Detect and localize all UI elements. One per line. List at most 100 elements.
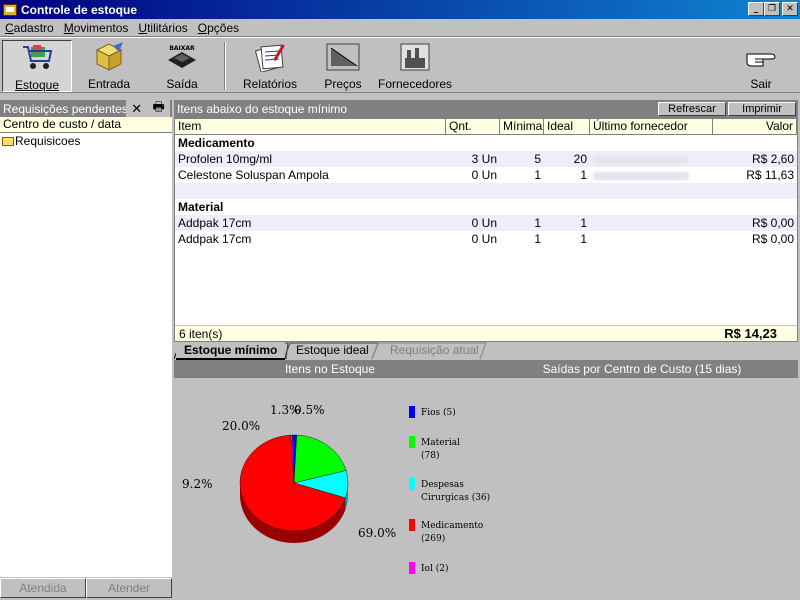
legend-label: Medicamento — [421, 521, 483, 531]
redacted-text — [593, 171, 689, 180]
menu-cadastro[interactable]: Cadastro — [0, 21, 59, 35]
redacted-text — [593, 155, 689, 164]
tab-strip: Estoque mínimo Estoque ideal Requisição … — [174, 342, 798, 360]
pie-percent-label: 20.0% — [222, 419, 260, 433]
legend-swatch — [409, 519, 415, 531]
group-row-medicamento: Medicamento — [175, 135, 797, 151]
cell-valor: R$ 2,60 — [751, 152, 794, 166]
chart-header-stock: Itens no Estoque — [284, 362, 376, 376]
cell-minima: 1 — [534, 232, 541, 246]
minimize-button[interactable]: _ — [748, 2, 764, 16]
restore-button[interactable]: ❐ — [764, 2, 780, 16]
legend-label: Despesas — [421, 480, 464, 490]
relatorios-button[interactable]: Relatórios — [232, 40, 308, 92]
request-actions: Atendida Atender — [0, 578, 172, 598]
reports-icon — [254, 44, 285, 73]
col-qnt[interactable]: Qnt. — [446, 119, 500, 134]
tab-estoque-minimo[interactable]: Estoque mínimo — [176, 342, 286, 360]
legend-label: Iol (2) — [421, 563, 448, 574]
menu-utilitarios[interactable]: Utilitários — [133, 21, 192, 35]
empty-row — [175, 183, 797, 199]
pending-requests-title: Requisições pendentes — [3, 101, 128, 116]
cell-ideal: 1 — [580, 216, 587, 230]
item-count: 6 iten(s) — [179, 327, 223, 341]
delete-icon[interactable]: ✕ — [131, 101, 142, 117]
close-button[interactable]: ✕ — [782, 2, 798, 16]
pie-percent-label: 0.5% — [294, 403, 325, 417]
tab-requisicao-atual[interactable]: Requisição atual — [382, 342, 487, 360]
pending-requests-header: Requisições pendentes ✕ 🖶 — [0, 98, 172, 120]
col-ideal[interactable]: Ideal — [544, 119, 590, 134]
cell-fornecedor — [590, 231, 713, 247]
entrada-button[interactable]: Entrada — [74, 40, 144, 92]
menu-utilitarios-accel: U — [138, 20, 148, 35]
col-minima[interactable]: Mínima — [500, 119, 544, 134]
window-title: Controle de estoque — [21, 2, 138, 17]
fornecedores-button[interactable]: Fornecedores — [378, 40, 452, 92]
cell-qnt: 0 Un — [471, 232, 497, 246]
table-row[interactable]: Profolen 10mg/ml 3 Un 5 20 R$ 2,60 — [175, 151, 797, 167]
print-button[interactable]: Imprimir — [728, 102, 796, 116]
cell-qnt: 3 Un — [471, 152, 497, 166]
menu-opcoes-label: pções — [207, 20, 240, 35]
toolbar: Estoque Entrada BAIXAR Saída Relatórios — [0, 37, 800, 93]
tab-estoque-ideal[interactable]: Estoque ideal — [288, 342, 377, 360]
saida-button[interactable]: BAIXAR Saída — [146, 40, 218, 92]
legend-label: Fios (5) — [421, 407, 456, 418]
tree-item-requisicoes[interactable]: Requisicoes — [0, 133, 172, 149]
grid-footer: 6 iten(s) R$ 14,23 — [175, 325, 797, 341]
relatorios-label: Relatórios — [242, 77, 298, 91]
cell-ideal: 1 — [580, 168, 587, 182]
tree-item-label: Requisicoes — [15, 134, 81, 148]
table-row[interactable]: Celestone Soluspan Ampola 0 Un 1 1 R$ 11… — [175, 167, 797, 183]
pie-percent-label: 9.2% — [182, 477, 213, 491]
price-chart-icon — [326, 43, 360, 71]
atendida-button[interactable]: Atendida — [0, 578, 86, 598]
cell-fornecedor — [590, 215, 713, 231]
menu-bar: Cadastro Movimentos Utilitários Opções — [0, 19, 800, 37]
folder-icon — [2, 136, 14, 146]
chart-area: 1.3% 20.0% 9.2% 69.0% 0.5% Fios (5) Material (7… — [174, 378, 800, 600]
cell-ideal: 1 — [580, 232, 587, 246]
requests-tree[interactable]: Requisicoes — [0, 133, 172, 577]
cost-center-column-header[interactable]: Centro de custo / data — [0, 117, 172, 133]
factory-icon — [400, 43, 430, 71]
grid-column-headers: Item Qnt. Mínima Ideal Último fornecedor… — [175, 119, 797, 135]
col-ultimo-fornecedor[interactable]: Último fornecedor — [590, 119, 713, 134]
menu-cadastro-label: adastro — [13, 20, 54, 35]
sair-button[interactable]: Sair — [726, 40, 796, 92]
title-bar: Controle de estoque _ ❐ ✕ — [0, 0, 800, 19]
grid-total: R$ 14,23 — [724, 326, 777, 341]
cell-item: Addpak 17cm — [178, 232, 252, 246]
cell-minima: 1 — [534, 216, 541, 230]
col-item[interactable]: Item — [175, 119, 446, 134]
cell-minima: 1 — [534, 168, 541, 182]
legend-swatch — [409, 478, 415, 490]
below-minimum-header: Itens abaixo do estoque mínimo Refrescar… — [174, 100, 798, 118]
pie-percent-label: 69.0% — [358, 526, 396, 540]
lower-arrow-icon: BAIXAR — [168, 45, 196, 68]
legend-label: Cirurgicas (36) — [421, 492, 490, 503]
items-grid[interactable]: Item Qnt. Mínima Ideal Último fornecedor… — [174, 118, 798, 342]
menu-opcoes[interactable]: Opções — [193, 21, 244, 35]
below-minimum-title: Itens abaixo do estoque mínimo — [177, 102, 348, 116]
cell-valor: R$ 0,00 — [751, 216, 794, 230]
estoque-label: Estoque — [14, 78, 60, 92]
table-row[interactable]: Addpak 17cm 0 Un 1 1 R$ 0,00 — [175, 215, 797, 231]
atender-button[interactable]: Atender — [86, 578, 172, 598]
col-valor[interactable]: Valor — [713, 119, 797, 134]
menu-movimentos[interactable]: Movimentos — [59, 21, 134, 35]
printer-icon[interactable]: 🖶 — [153, 98, 165, 120]
window-controls: _ ❐ ✕ — [748, 2, 798, 16]
table-row[interactable]: Addpak 17cm 0 Un 1 1 R$ 0,00 — [175, 231, 797, 247]
legend-swatch — [409, 436, 415, 448]
fornecedores-label: Fornecedores — [378, 77, 453, 91]
menu-movimentos-accel: M — [63, 20, 74, 35]
estoque-button[interactable]: Estoque — [2, 40, 72, 92]
cell-item: Addpak 17cm — [178, 216, 252, 230]
cell-qnt: 0 Un — [471, 216, 497, 230]
cell-item: Celestone Soluspan Ampola — [178, 168, 329, 182]
refresh-button[interactable]: Refrescar — [658, 102, 726, 116]
precos-button[interactable]: Preços — [310, 40, 376, 92]
stock-pie-chart: 1.3%20.0%9.2%69.0%0.5% Fios (5)Material(7… — [182, 403, 490, 574]
